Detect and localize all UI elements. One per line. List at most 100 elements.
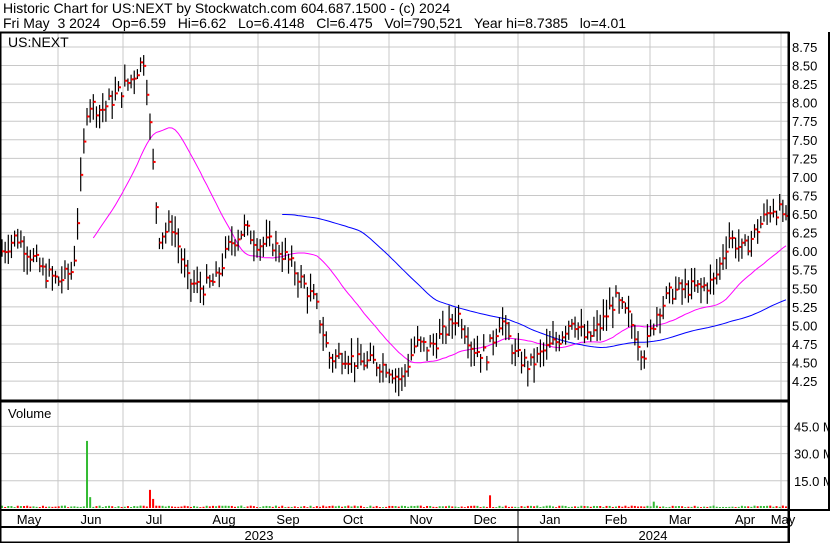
close-tick [401, 375, 405, 378]
volume-bar [655, 505, 658, 508]
close-tick [5, 251, 8, 254]
close-tick [486, 361, 490, 364]
price-tick-label: 8.00 [792, 96, 817, 111]
close-tick [373, 358, 377, 361]
close-tick [316, 300, 320, 303]
volume-bar [454, 506, 457, 508]
close-tick [386, 371, 389, 374]
close-tick [87, 115, 90, 118]
volume-bar [215, 506, 218, 508]
volume-bar [130, 506, 133, 508]
close-tick [20, 240, 24, 243]
close-tick [666, 292, 669, 295]
close-tick [112, 103, 115, 106]
close-tick [773, 210, 776, 213]
price-tick-label: 5.50 [792, 281, 817, 296]
close-tick [578, 326, 581, 329]
close-tick [260, 245, 263, 248]
close-tick [556, 341, 559, 344]
close-tick [565, 332, 569, 335]
month-label: May [17, 512, 42, 527]
close-tick [24, 252, 27, 255]
volume-bar [785, 506, 787, 508]
volume-bar [4, 506, 7, 508]
close-tick [490, 337, 493, 340]
volume-bar [177, 506, 180, 508]
volume-bar [7, 506, 10, 508]
close-tick [275, 242, 279, 245]
close-tick [143, 64, 147, 67]
volume-bars [1, 440, 787, 508]
close-tick [398, 378, 402, 381]
price-tick-label: 4.50 [792, 356, 817, 371]
close-tick [282, 258, 285, 261]
close-tick [263, 242, 266, 245]
close-tick [320, 323, 323, 326]
volume-bar [545, 505, 548, 508]
close-tick [285, 251, 288, 254]
close-tick [527, 368, 531, 371]
close-tick [313, 293, 317, 296]
close-tick [763, 213, 767, 216]
volume-bar [287, 506, 290, 508]
close-tick [244, 224, 247, 227]
volume-bar [38, 507, 41, 508]
close-tick [165, 230, 169, 233]
volume-bar [19, 506, 22, 508]
close-tick [115, 92, 118, 95]
volume-bar [337, 505, 340, 508]
volume-bar [759, 505, 762, 508]
volume-bar [54, 506, 57, 508]
close-tick [776, 216, 780, 219]
volume-bar [611, 506, 614, 508]
volume-bar [529, 505, 532, 508]
close-tick [512, 352, 515, 355]
close-tick [650, 327, 654, 330]
volume-bar [167, 505, 170, 508]
volume-bar [319, 506, 322, 508]
price-tick-label: 8.50 [792, 59, 817, 74]
volume-bar [139, 505, 142, 508]
close-tick [770, 212, 773, 215]
close-tick [439, 332, 443, 335]
volume-bar [564, 505, 567, 508]
volume-bar [359, 505, 362, 508]
close-tick [74, 259, 77, 262]
volume-bar [744, 506, 747, 508]
volume-bar [605, 505, 608, 508]
close-tick [540, 350, 543, 353]
price-tick-label: 5.25 [792, 300, 817, 315]
close-tick [257, 248, 260, 251]
close-tick [153, 160, 156, 163]
close-tick [549, 342, 553, 345]
close-tick [175, 232, 178, 235]
close-tick [46, 279, 49, 282]
close-tick [597, 323, 600, 326]
close-tick [767, 212, 770, 215]
volume-bar [533, 506, 536, 508]
close-tick [411, 354, 414, 357]
volume-bar [249, 505, 252, 508]
volume-bar [211, 505, 214, 508]
volume-bar [67, 507, 70, 508]
close-tick [748, 250, 751, 253]
close-tick [253, 243, 257, 246]
close-tick [467, 344, 471, 347]
volume-bar [485, 506, 488, 508]
close-tick [697, 283, 701, 286]
volume-bar [136, 506, 139, 508]
volume-bar [293, 506, 296, 508]
close-tick [508, 335, 512, 338]
volume-bar [709, 506, 712, 508]
close-tick [524, 356, 528, 359]
close-tick [297, 280, 301, 283]
volume-bar [246, 506, 249, 508]
close-tick [571, 322, 575, 325]
close-tick [672, 297, 676, 300]
volume-bar [674, 506, 677, 508]
close-tick [49, 268, 52, 271]
close-tick [729, 237, 732, 240]
close-tick [194, 282, 197, 285]
volume-bar [646, 505, 649, 508]
volume-bar [687, 506, 690, 508]
